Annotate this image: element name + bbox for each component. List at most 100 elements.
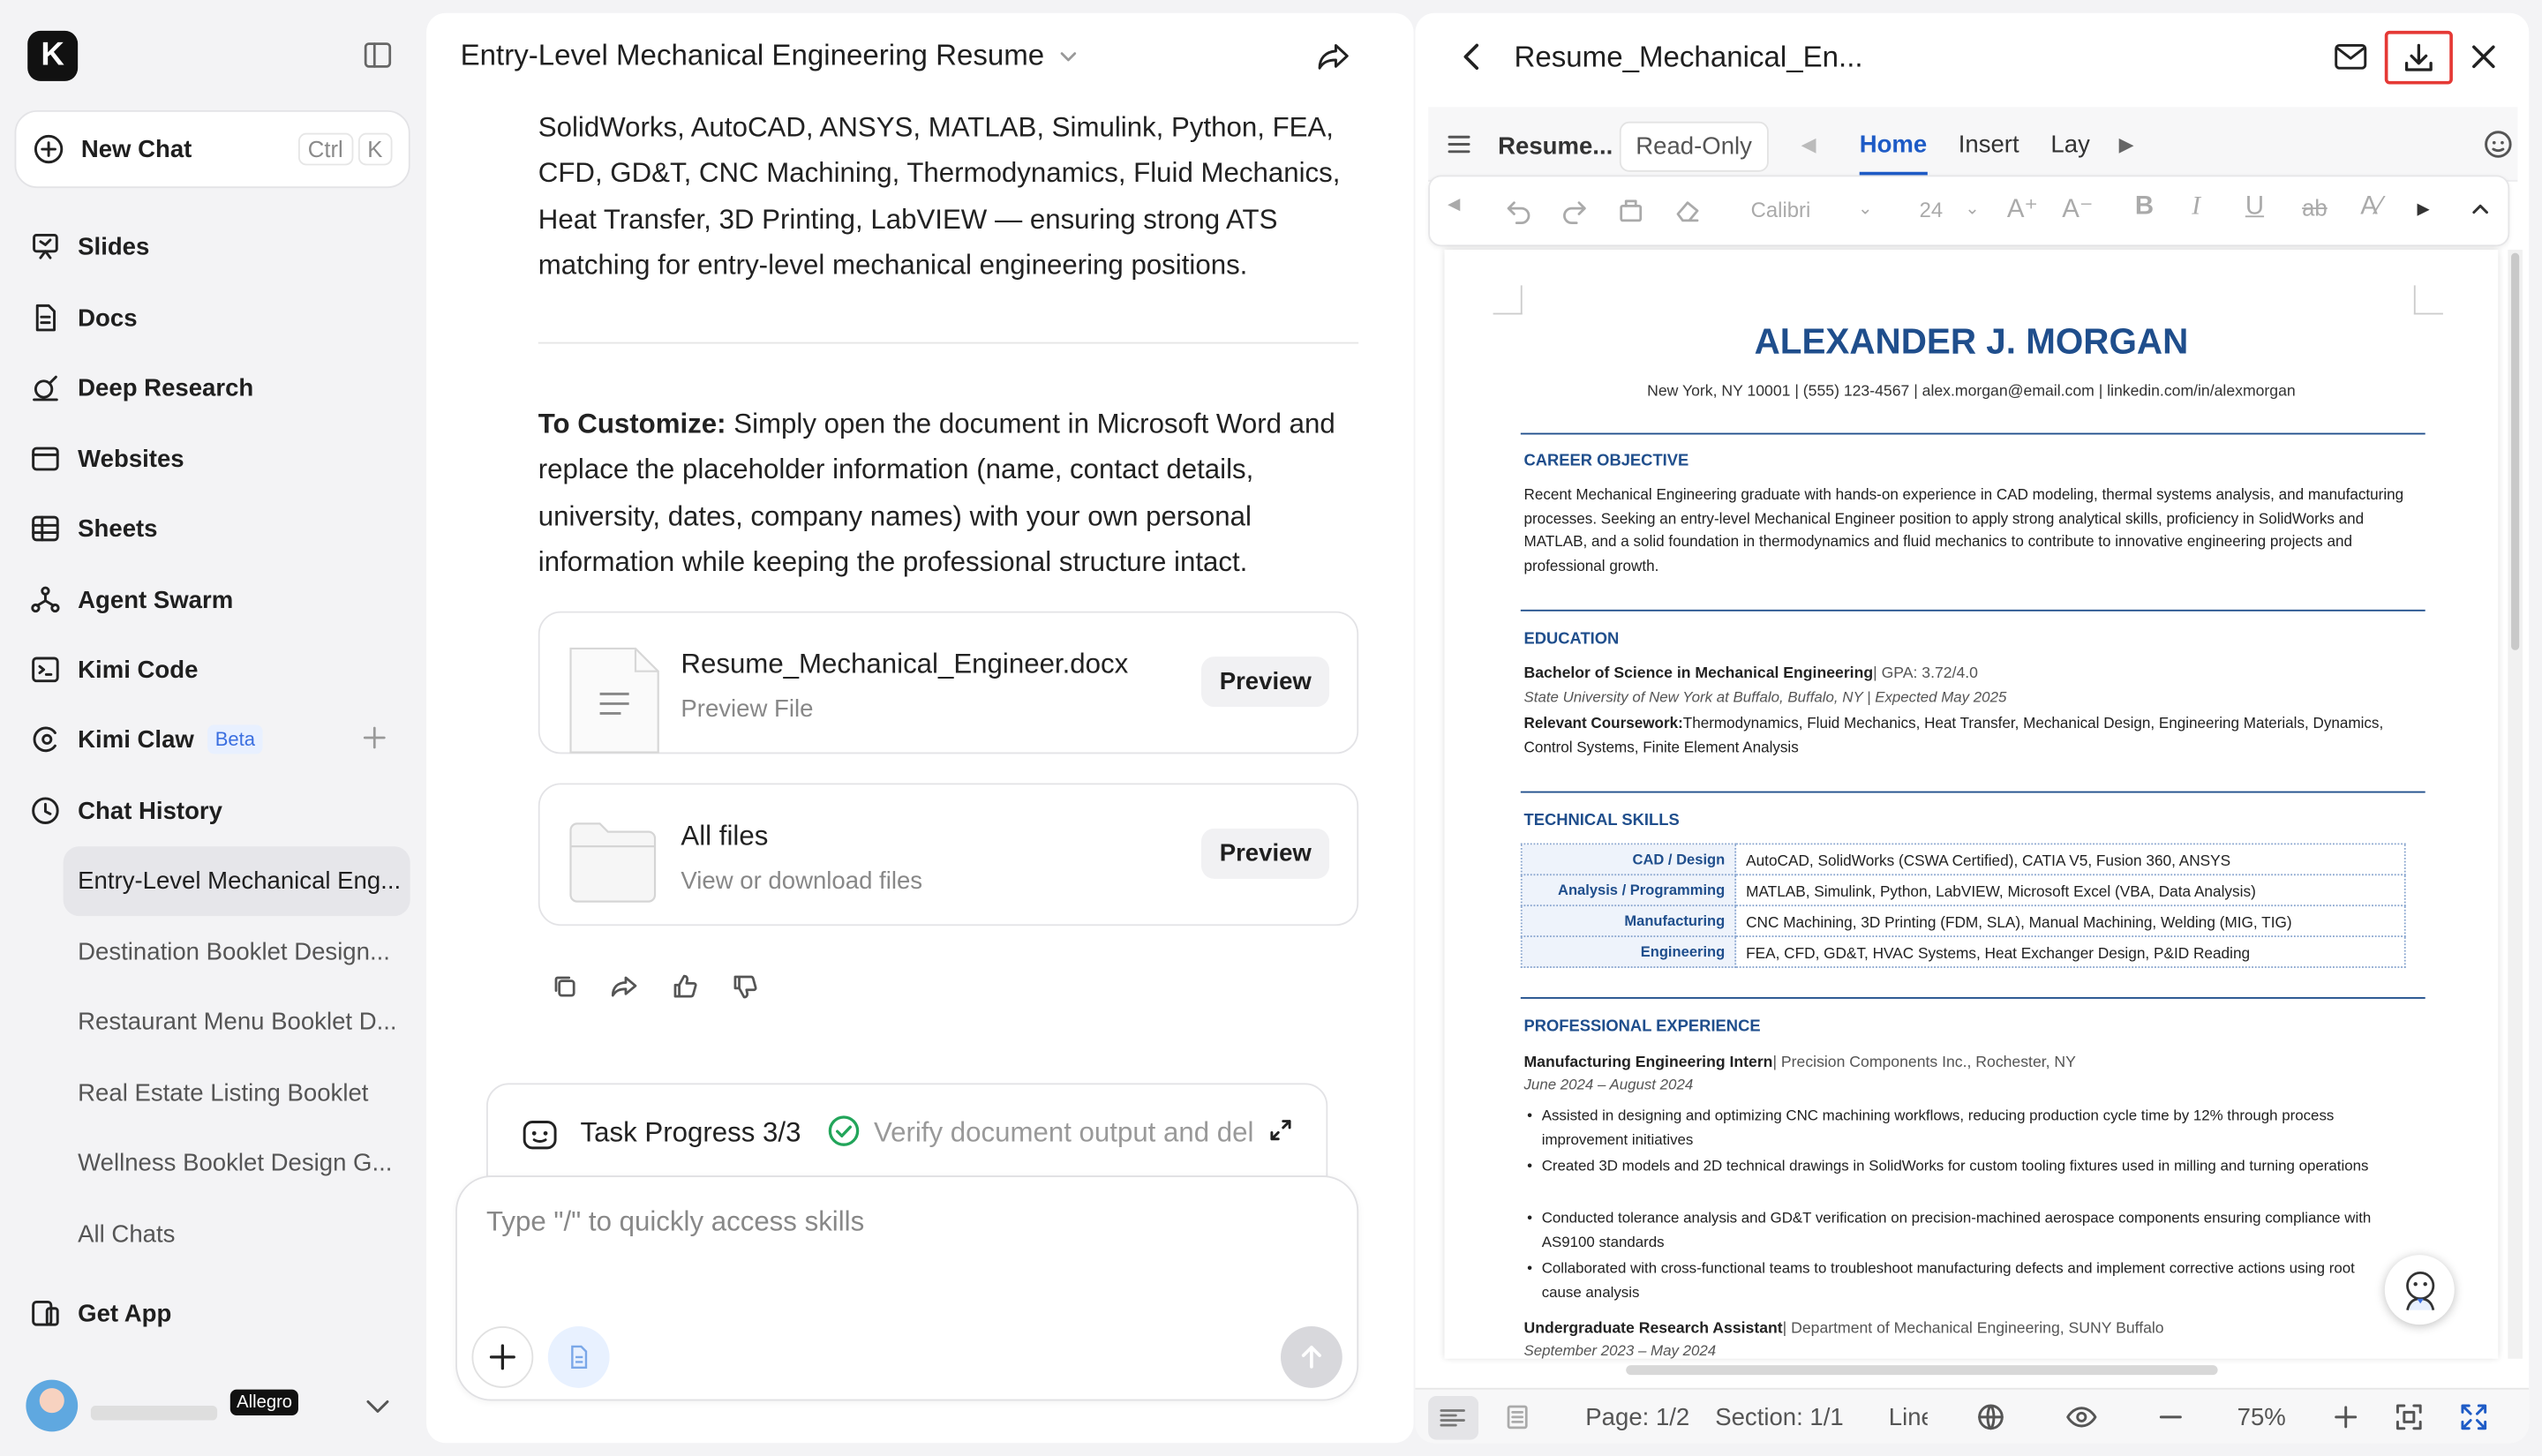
tabs-scroll-right-icon[interactable]: ▶ bbox=[2119, 133, 2134, 156]
margin-mark bbox=[2413, 285, 2443, 315]
toolbar-scroll-left-icon[interactable]: ◀ bbox=[1448, 196, 1460, 214]
eraser-icon[interactable] bbox=[1673, 196, 1702, 225]
sidebar-item-chat-history[interactable]: Chat History bbox=[29, 786, 402, 835]
collapse-toolbar-icon[interactable] bbox=[2469, 198, 2492, 221]
tabs-scroll-left-icon[interactable]: ◀ bbox=[1801, 133, 1816, 156]
get-app-label: Get App bbox=[78, 1299, 172, 1327]
check-circle-icon bbox=[827, 1114, 861, 1148]
skills-table: CAD / Design AutoCAD, SolidWorks (CSWA Ce… bbox=[1520, 843, 2406, 968]
thumbs-up-icon[interactable] bbox=[671, 972, 698, 1000]
share-icon[interactable] bbox=[611, 972, 638, 1000]
expand-icon[interactable] bbox=[1267, 1117, 1293, 1143]
assistant-mascot-button[interactable] bbox=[2384, 1255, 2455, 1325]
avatar[interactable] bbox=[26, 1379, 79, 1432]
get-app-button[interactable]: Get App bbox=[29, 1297, 171, 1330]
toolbar-scroll-right-icon[interactable]: ▶ bbox=[2418, 201, 2430, 219]
all-chats-link[interactable]: All Chats bbox=[64, 1200, 410, 1270]
sidebar-item-slides[interactable]: Slides bbox=[29, 222, 402, 271]
sidebar-item-label: Chat History bbox=[78, 797, 222, 825]
italic-icon[interactable]: I bbox=[2192, 193, 2200, 222]
fullscreen-icon[interactable] bbox=[2459, 1402, 2488, 1431]
globe-icon[interactable] bbox=[1976, 1402, 2005, 1431]
history-item[interactable]: Destination Booklet Design... bbox=[64, 918, 410, 987]
sidebar-item-kimi-claw[interactable]: Kimi Claw Beta bbox=[29, 715, 402, 763]
assistant-icon[interactable] bbox=[2482, 128, 2515, 161]
strikethrough-icon[interactable]: ab bbox=[2302, 194, 2328, 220]
sidebar-item-docs[interactable]: Docs bbox=[29, 294, 402, 342]
thumbs-down-icon[interactable] bbox=[731, 972, 758, 1000]
download-button[interactable] bbox=[2384, 30, 2453, 85]
sidebar-item-websites[interactable]: Websites bbox=[29, 434, 402, 483]
bold-icon[interactable]: B bbox=[2135, 193, 2154, 222]
close-icon[interactable] bbox=[2467, 41, 2500, 73]
kimi-logo[interactable]: K bbox=[27, 30, 79, 81]
redo-icon[interactable] bbox=[1560, 196, 1589, 225]
vertical-scrollbar[interactable] bbox=[2508, 249, 2523, 1359]
sidebar-item-kimi-code[interactable]: Kimi Code bbox=[29, 645, 402, 694]
add-attachment-button[interactable] bbox=[471, 1325, 534, 1388]
skill-key: CAD / Design bbox=[1520, 843, 1737, 876]
task-status-text: Verify document output and delivery bbox=[873, 1116, 1255, 1148]
send-button[interactable] bbox=[1280, 1325, 1342, 1388]
sidebar-item-deep-research[interactable]: Deep Research bbox=[29, 364, 402, 412]
tab-insert[interactable]: Insert bbox=[1959, 131, 2019, 159]
divider bbox=[538, 341, 1359, 344]
message-actions bbox=[551, 972, 758, 1000]
preview-button[interactable]: Preview bbox=[1201, 828, 1330, 879]
increase-font-icon[interactable]: A⁺ bbox=[2007, 193, 2038, 226]
sidebar-item-label: Websites bbox=[78, 445, 184, 473]
chevron-down-icon[interactable] bbox=[363, 1391, 392, 1420]
eye-icon[interactable] bbox=[2065, 1402, 2098, 1431]
resume-name: ALEXANDER J. MORGAN bbox=[1754, 320, 2189, 362]
skill-value: FEA, CFD, GD&T, HVAC Systems, Heat Excha… bbox=[1734, 935, 2406, 968]
chevron-down-icon bbox=[1044, 45, 1079, 68]
add-claw-icon[interactable] bbox=[360, 723, 389, 752]
copy-icon[interactable] bbox=[551, 972, 578, 1000]
tab-layout[interactable]: Layo bbox=[2050, 131, 2089, 159]
file-card-all-files[interactable]: All files View or download files Preview bbox=[538, 783, 1359, 927]
undo-icon[interactable] bbox=[1504, 196, 1533, 225]
shortcut-ctrl: Ctrl bbox=[297, 132, 353, 166]
horizontal-scrollbar[interactable] bbox=[1626, 1365, 2218, 1376]
section-heading: EDUCATION bbox=[1523, 630, 1620, 649]
mail-icon[interactable] bbox=[2333, 41, 2368, 73]
underline-icon[interactable]: U bbox=[2245, 193, 2264, 222]
objective-text: Recent Mechanical Engineering graduate w… bbox=[1523, 486, 2404, 574]
table-row: Engineering FEA, CFD, GD&T, HVAC Systems,… bbox=[1520, 935, 2406, 968]
document-mode-icon[interactable] bbox=[547, 1325, 610, 1388]
history-item[interactable]: Real Estate Listing Booklet bbox=[64, 1059, 410, 1129]
font-size-select[interactable]: 24 bbox=[1920, 198, 1944, 222]
sidebar-item-sheets[interactable]: Sheets bbox=[29, 504, 402, 552]
share-icon[interactable] bbox=[1316, 39, 1351, 74]
new-chat-button[interactable]: New Chat Ctrl K bbox=[14, 109, 410, 189]
menu-icon[interactable] bbox=[1446, 131, 1471, 157]
history-item-active[interactable]: Entry-Level Mechanical Eng... bbox=[63, 846, 410, 917]
history-item[interactable]: Restaurant Menu Booklet D... bbox=[64, 987, 410, 1057]
chevron-down-icon[interactable]: ⌄ bbox=[1965, 198, 1980, 219]
chevron-down-icon[interactable]: ⌄ bbox=[1858, 198, 1873, 219]
file-card-resume[interactable]: Resume_Mechanical_Engineer.docx Preview … bbox=[538, 611, 1359, 754]
message-input[interactable]: Type "/" to quickly access skills bbox=[455, 1175, 1359, 1401]
sidebar-item-agent-swarm[interactable]: Agent Swarm bbox=[29, 575, 402, 624]
job-org: | Department of Mechanical Engineering, … bbox=[1782, 1319, 2164, 1338]
table-row: CAD / Design AutoCAD, SolidWorks (CSWA Ce… bbox=[1520, 843, 2406, 876]
history-item[interactable]: Wellness Booklet Design G... bbox=[64, 1129, 410, 1198]
format-painter-icon[interactable] bbox=[1616, 196, 1645, 225]
back-arrow-icon[interactable] bbox=[1459, 42, 1485, 71]
username-redacted bbox=[90, 1406, 218, 1421]
preview-button[interactable]: Preview bbox=[1201, 657, 1330, 708]
text-effects-icon[interactable]: A⁄ bbox=[2360, 193, 2382, 222]
zoom-in-icon[interactable] bbox=[2331, 1402, 2360, 1431]
zoom-out-icon[interactable] bbox=[2156, 1402, 2185, 1431]
web-layout-icon[interactable] bbox=[1504, 1404, 1530, 1430]
file-subtitle: Preview File bbox=[681, 695, 814, 724]
fit-page-icon[interactable] bbox=[2395, 1402, 2424, 1431]
sidebar-toggle-icon[interactable] bbox=[362, 39, 395, 71]
font-family-select[interactable]: Calibri bbox=[1751, 198, 1811, 222]
list-item: Assisted in designing and optimizing CNC… bbox=[1527, 1104, 2418, 1151]
phone-icon bbox=[29, 1297, 62, 1330]
tab-home[interactable]: Home bbox=[1859, 131, 1927, 176]
chat-title[interactable]: Entry-Level Mechanical Engineering Resum… bbox=[461, 39, 1080, 73]
decrease-font-icon[interactable]: A⁻ bbox=[2062, 193, 2093, 226]
preview-title: Resume_Mechanical_En... bbox=[1514, 40, 1863, 73]
